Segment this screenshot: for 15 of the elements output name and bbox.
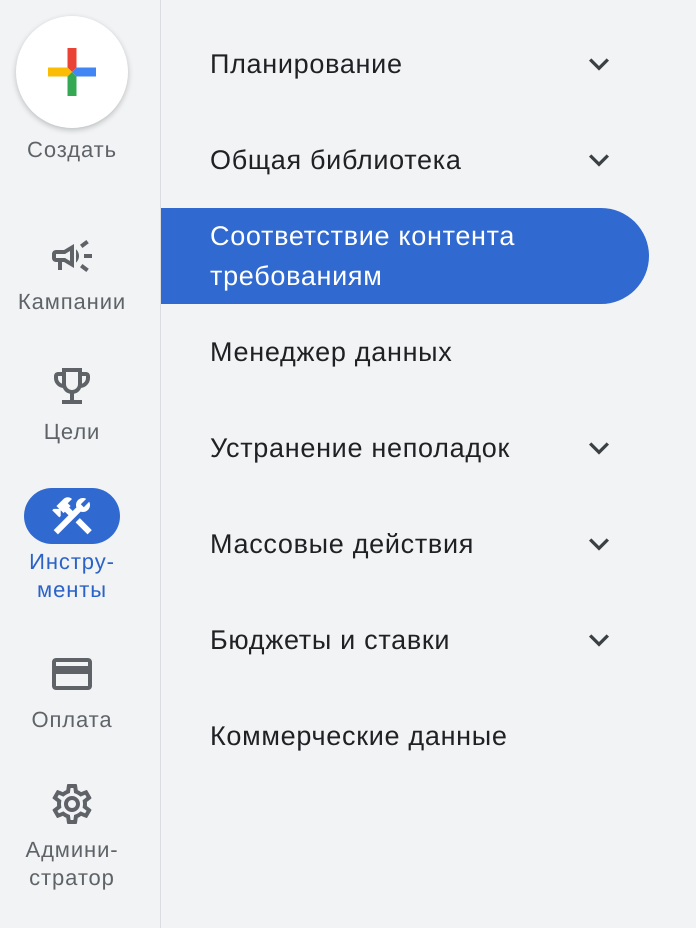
nav-item[interactable]: Оплата — [31, 646, 113, 734]
nav-item[interactable]: Админи-стратор — [6, 776, 138, 892]
menu-item[interactable]: Общая библиотека — [161, 112, 649, 208]
menu-item[interactable]: Устранение неполадок — [161, 400, 649, 496]
create-button[interactable]: Создать — [16, 16, 128, 164]
menu-item[interactable]: Бюджеты и ставки — [161, 592, 649, 688]
menu-item[interactable]: Коммерческие данные — [161, 688, 649, 784]
nav-item[interactable]: Цели — [44, 358, 100, 446]
plus-icon — [16, 16, 128, 128]
nav-item[interactable]: Инстру-менты — [6, 488, 138, 604]
menu-item[interactable]: Планирование — [161, 16, 649, 112]
menu-item[interactable]: Соответствие контента требованиям — [161, 208, 649, 304]
menu-item[interactable]: Массовые действия — [161, 496, 649, 592]
menu-item[interactable]: Менеджер данных — [161, 304, 649, 400]
nav-item[interactable]: Кампании — [18, 228, 126, 316]
